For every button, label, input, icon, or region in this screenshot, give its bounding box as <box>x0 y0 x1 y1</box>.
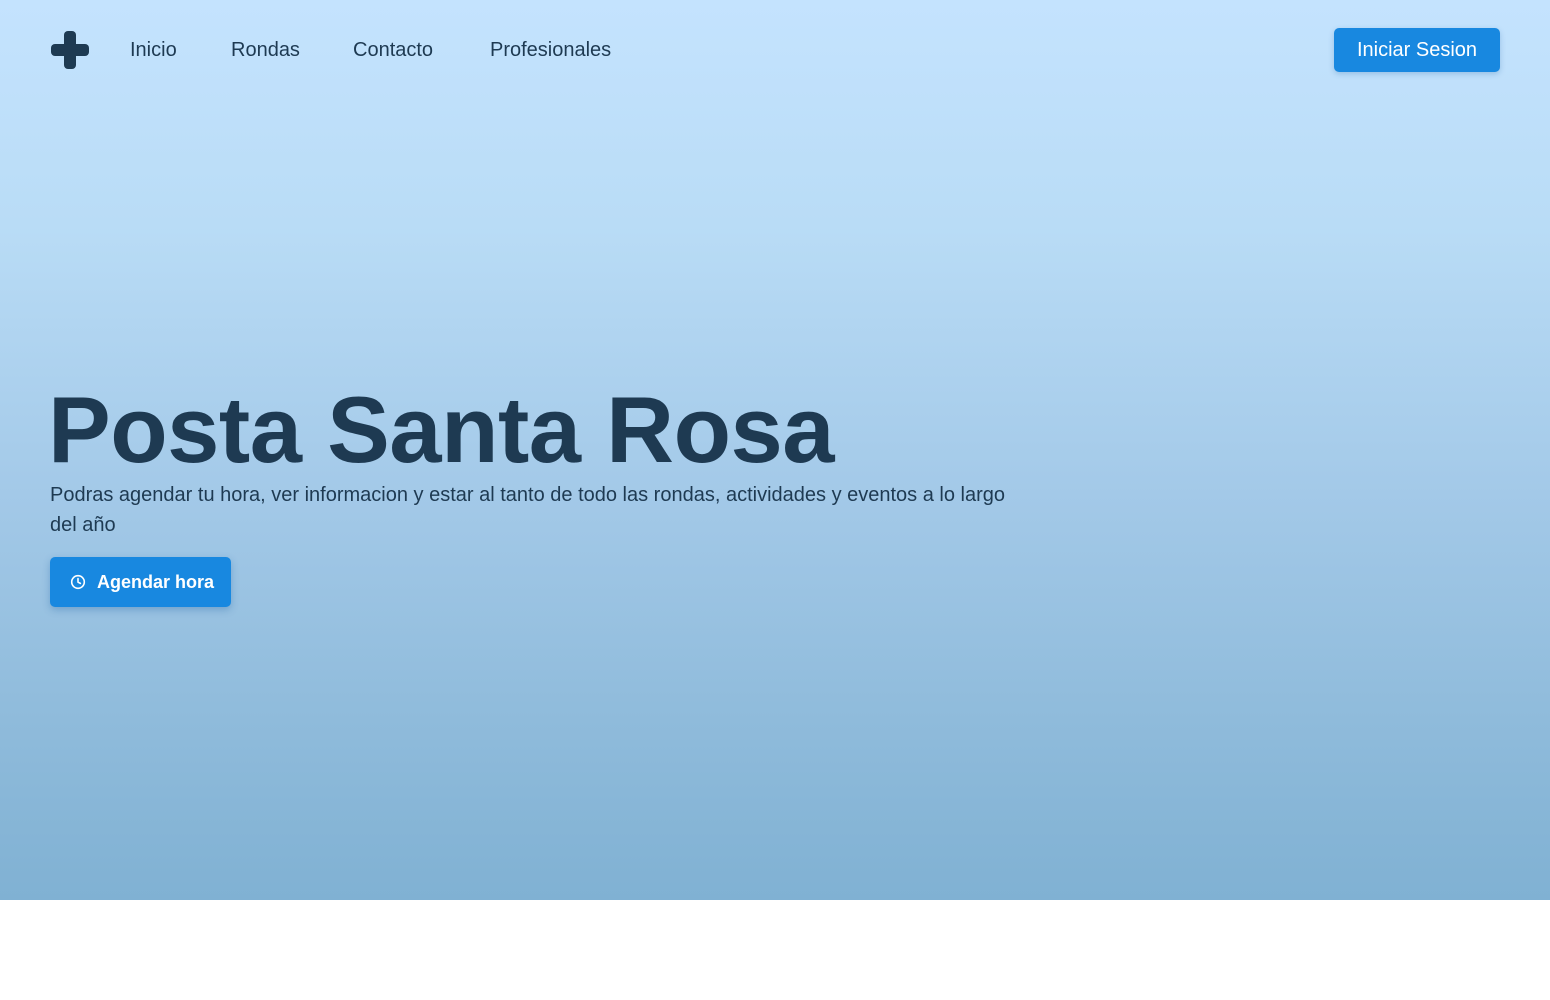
nav-link-inicio[interactable]: Inicio <box>130 37 177 63</box>
nav-link-contacto[interactable]: Contacto <box>353 37 433 63</box>
schedule-appointment-button[interactable]: Agendar hora <box>50 557 231 607</box>
hero-section: Inicio Rondas Contacto Profesionales Ini… <box>0 0 1550 900</box>
hero-subtitle: Podras agendar tu hora, ver informacion … <box>50 484 1005 536</box>
page-title: Posta Santa Rosa <box>48 377 835 482</box>
nav-link-rondas[interactable]: Rondas <box>231 37 300 63</box>
logo-cross-horizontal <box>51 44 89 56</box>
medical-cross-icon[interactable] <box>51 31 89 69</box>
navbar: Inicio Rondas Contacto Profesionales Ini… <box>0 0 1550 100</box>
nav-link-profesionales[interactable]: Profesionales <box>490 37 611 63</box>
schedule-appointment-label: Agendar hora <box>97 572 215 592</box>
clock-icon <box>70 574 86 590</box>
login-button[interactable]: Iniciar Sesion <box>1334 28 1500 72</box>
